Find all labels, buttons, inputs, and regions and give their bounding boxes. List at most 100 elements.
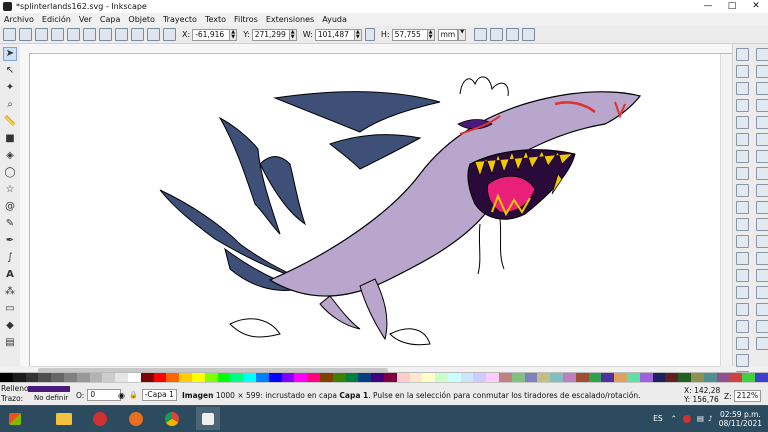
- start-button[interactable]: [4, 407, 28, 430]
- snap-smooth-icon[interactable]: [756, 218, 768, 231]
- palette-swatch[interactable]: [486, 373, 500, 382]
- palette-swatch[interactable]: [601, 373, 615, 382]
- layer-select[interactable]: -Capa 1: [141, 389, 177, 401]
- h-input[interactable]: 57,755: [391, 28, 428, 41]
- snap-grid-icon[interactable]: [756, 320, 768, 333]
- palette-swatch[interactable]: [755, 373, 768, 382]
- menu-capa[interactable]: Capa: [96, 15, 124, 24]
- palette-swatch[interactable]: [358, 373, 372, 382]
- menu-filtros[interactable]: Filtros: [230, 15, 262, 24]
- flip-vertical-icon[interactable]: [99, 28, 112, 41]
- star-tool-icon[interactable]: ☆: [3, 183, 17, 197]
- tray-app-icon[interactable]: [682, 414, 691, 423]
- app-icon-red[interactable]: [88, 407, 112, 430]
- palette-swatch[interactable]: [179, 373, 192, 382]
- palette-swatch[interactable]: [12, 373, 26, 382]
- select-tool-icon[interactable]: ➤: [3, 47, 17, 61]
- clock[interactable]: 02:59 p.m. 08/11/2021: [719, 410, 762, 428]
- y-spinner[interactable]: ▲ ▼: [289, 28, 297, 41]
- tweak-tool-icon[interactable]: ✦: [3, 81, 17, 95]
- fill-swatch[interactable]: [28, 386, 70, 392]
- move-gradients-icon[interactable]: [506, 28, 520, 41]
- snap-edge-icon[interactable]: [756, 82, 768, 95]
- menu-ver[interactable]: Ver: [75, 15, 96, 24]
- w-spinner[interactable]: ▲ ▼: [354, 28, 362, 41]
- stroke-value[interactable]: No definir: [34, 394, 68, 402]
- x-input[interactable]: -61,916: [192, 28, 231, 41]
- palette-swatch[interactable]: [307, 373, 320, 382]
- snap-enable-icon[interactable]: [756, 48, 768, 61]
- palette-swatch[interactable]: [716, 373, 730, 382]
- layer-visibility-icon[interactable]: ◉: [118, 391, 125, 400]
- snap-bbox-icon[interactable]: [756, 65, 768, 78]
- spiral-tool-icon[interactable]: @: [3, 200, 17, 214]
- vertical-scrollbar[interactable]: [720, 54, 731, 366]
- snap-text-baseline-icon[interactable]: [756, 286, 768, 299]
- palette-swatch[interactable]: [230, 373, 244, 382]
- snap-line-midpoint-icon[interactable]: [756, 235, 768, 248]
- palette-swatch[interactable]: [537, 373, 551, 382]
- opacity-input[interactable]: 0: [87, 389, 122, 401]
- palette-swatch[interactable]: [332, 373, 346, 382]
- palette-swatch[interactable]: [729, 373, 743, 382]
- rotate-ccw-icon[interactable]: [51, 28, 64, 41]
- palette-swatch[interactable]: [89, 373, 103, 382]
- x-spinner[interactable]: ▲ ▼: [230, 28, 238, 41]
- text-tool-icon[interactable]: A: [3, 268, 17, 282]
- duplicate-icon[interactable]: [736, 269, 749, 282]
- snap-page-border-icon[interactable]: [756, 303, 768, 316]
- new-doc-icon[interactable]: [736, 48, 749, 61]
- zoom-drawing-icon[interactable]: [736, 235, 749, 248]
- palette-swatch[interactable]: [575, 373, 589, 382]
- import-icon[interactable]: [736, 116, 749, 129]
- palette-swatch[interactable]: [652, 373, 666, 382]
- ellipse-tool-icon[interactable]: ◯: [3, 166, 17, 180]
- palette-swatch[interactable]: [703, 373, 717, 382]
- snap-guide-icon[interactable]: [756, 337, 768, 350]
- palette-swatch[interactable]: [691, 373, 704, 382]
- move-patterns-icon[interactable]: [522, 28, 536, 41]
- snap-path-icon[interactable]: [756, 167, 768, 180]
- palette-swatch[interactable]: [345, 373, 359, 382]
- snap-rotation-center-icon[interactable]: [756, 269, 768, 282]
- palette-swatch[interactable]: [319, 373, 333, 382]
- w-input[interactable]: 101,487: [314, 28, 355, 41]
- menu-texto[interactable]: Texto: [201, 15, 230, 24]
- ungroup-icon[interactable]: [736, 320, 749, 333]
- volume-icon[interactable]: ♪: [708, 414, 713, 423]
- rect-tool-icon[interactable]: ■: [3, 132, 17, 146]
- palette-swatch[interactable]: [499, 373, 512, 382]
- select-all-icon[interactable]: [3, 28, 16, 41]
- snap-midpoint-icon[interactable]: [756, 116, 768, 129]
- palette-swatch[interactable]: [511, 373, 525, 382]
- palette-swatch[interactable]: [51, 373, 64, 382]
- palette-swatch[interactable]: [25, 373, 39, 382]
- palette-swatch[interactable]: [473, 373, 487, 382]
- palette-swatch[interactable]: [0, 373, 13, 382]
- palette-swatch[interactable]: [524, 373, 538, 382]
- zoom-input[interactable]: 212%: [733, 390, 762, 402]
- snap-center-icon[interactable]: [756, 133, 768, 146]
- palette-swatch[interactable]: [396, 373, 410, 382]
- palette-swatch[interactable]: [435, 373, 448, 382]
- group-icon[interactable]: [736, 303, 749, 316]
- pen-tool-icon[interactable]: ✒: [3, 234, 17, 248]
- open-icon[interactable]: [736, 65, 749, 78]
- lock-ratio-icon[interactable]: [364, 28, 375, 41]
- language-indicator[interactable]: ES: [653, 414, 663, 423]
- palette-swatch[interactable]: [255, 373, 269, 382]
- palette-swatch[interactable]: [460, 373, 474, 382]
- node-tool-icon[interactable]: ↖: [3, 64, 17, 78]
- palette-swatch[interactable]: [191, 373, 205, 382]
- palette-swatch[interactable]: [153, 373, 167, 382]
- redo-icon[interactable]: [736, 167, 749, 180]
- snap-corner-icon[interactable]: [756, 99, 768, 112]
- palette-swatch[interactable]: [614, 373, 628, 382]
- firefox-icon[interactable]: [124, 407, 148, 430]
- fill-stroke-icon[interactable]: [736, 337, 749, 350]
- file-explorer-icon[interactable]: [52, 407, 76, 430]
- copy-icon[interactable]: [736, 184, 749, 197]
- flip-horizontal-icon[interactable]: [83, 28, 96, 41]
- 3dbox-tool-icon[interactable]: ◈: [3, 149, 17, 163]
- eraser-tool-icon[interactable]: ▭: [3, 302, 17, 316]
